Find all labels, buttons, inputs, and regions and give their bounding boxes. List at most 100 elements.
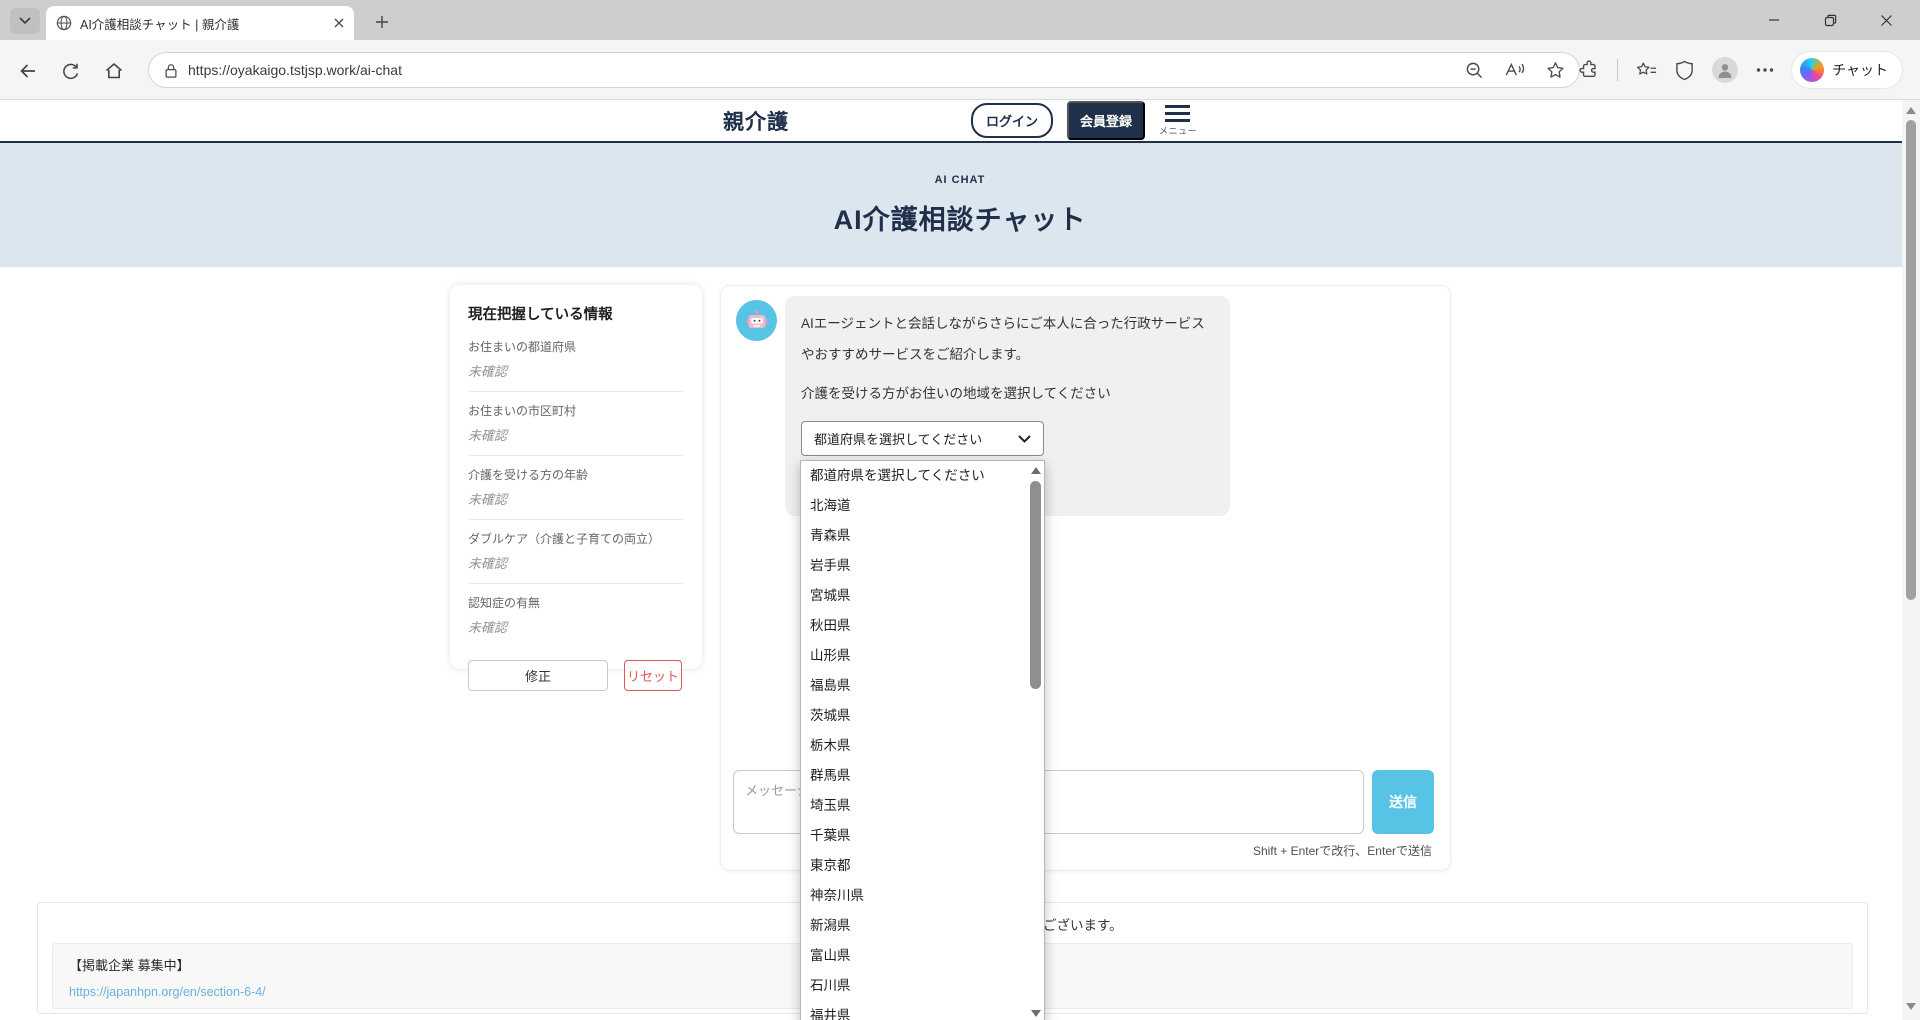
scroll-down-icon[interactable] [1031, 1010, 1041, 1017]
info-item-label: 介護を受ける方の年齢 [468, 466, 684, 483]
address-bar[interactable]: https://oyakaigo.tstjsp.work/ai-chat [148, 52, 1580, 88]
send-hint: Shift + Enterで改行、Enterで送信 [1253, 842, 1432, 859]
scroll-up-icon[interactable] [1906, 107, 1916, 114]
copilot-button[interactable]: チャット [1792, 52, 1902, 88]
menu-label: メニュー [1159, 124, 1197, 137]
tab-close-icon[interactable] [334, 18, 344, 28]
zoom-out-icon[interactable] [1465, 61, 1484, 80]
tab-search-button[interactable] [10, 8, 40, 34]
info-item: 認知症の有無 未確認 [468, 584, 684, 647]
dropdown-option[interactable]: 栃木県 [801, 731, 1027, 761]
edit-button[interactable]: 修正 [468, 660, 608, 691]
known-info-panel: 現在把握している情報 お住まいの都道府県 未確認 お住まいの市区町村 未確認 介… [450, 285, 702, 669]
bot-message-text-2: 介護を受ける方がお住いの地域を選択してください [801, 378, 1214, 409]
read-aloud-icon[interactable] [1504, 61, 1526, 79]
info-item-label: 認知症の有無 [468, 594, 684, 611]
bot-avatar [736, 300, 777, 341]
close-icon [1880, 14, 1893, 27]
send-button[interactable]: 送信 [1372, 770, 1434, 834]
info-item: 介護を受ける方の年齢 未確認 [468, 456, 684, 520]
info-item-label: お住まいの都道府県 [468, 338, 684, 355]
chevron-down-icon [19, 17, 31, 25]
copilot-icon [1800, 58, 1824, 82]
dropdown-option[interactable]: 秋田県 [801, 611, 1027, 641]
browser-window: AI介護相談チャット | 親介護 [0, 0, 1920, 1020]
restore-button[interactable] [1802, 0, 1858, 40]
dropdown-option[interactable]: 神奈川県 [801, 881, 1027, 911]
shield-icon[interactable] [1675, 60, 1694, 81]
extensions-icon[interactable] [1579, 60, 1599, 80]
info-item-value: 未確認 [468, 425, 684, 444]
home-icon [104, 61, 124, 81]
info-item-value: 未確認 [468, 617, 684, 636]
dropdown-option[interactable]: 茨城県 [801, 701, 1027, 731]
info-item-value: 未確認 [468, 361, 684, 380]
bot-message-text-1: AIエージェントと会話しながらさらにご本人に合った行政サービスやおすすめサービス… [801, 308, 1214, 370]
prefecture-select[interactable]: 都道府県を選択してください [801, 421, 1044, 456]
close-window-button[interactable] [1858, 0, 1914, 40]
dropdown-option[interactable]: 東京都 [801, 851, 1027, 881]
copilot-label: チャット [1832, 60, 1888, 80]
info-item: お住まいの都道府県 未確認 [468, 328, 684, 392]
profile-avatar[interactable] [1712, 57, 1738, 83]
chat-panel: AIエージェントと会話しながらさらにご本人に合った行政サービスやおすすめサービス… [720, 285, 1451, 871]
info-panel-title: 現在把握している情報 [468, 303, 684, 324]
dropdown-option[interactable]: 青森県 [801, 521, 1027, 551]
browser-toolbar: https://oyakaigo.tstjsp.work/ai-chat [0, 40, 1920, 100]
browser-tab[interactable]: AI介護相談チャット | 親介護 [46, 6, 354, 40]
info-actions: 修正 リセット [468, 660, 684, 691]
dropdown-option[interactable]: 福島県 [801, 671, 1027, 701]
minimize-button[interactable] [1746, 0, 1802, 40]
dropdown-option[interactable]: 岩手県 [801, 551, 1027, 581]
hamburger-icon [1165, 105, 1190, 122]
footer-notice: ございます。 [1043, 914, 1123, 934]
dropdown-option[interactable]: 群馬県 [801, 761, 1027, 791]
scrollbar-thumb[interactable] [1030, 481, 1041, 689]
scroll-down-icon[interactable] [1906, 1003, 1916, 1010]
dropdown-option[interactable]: 山形県 [801, 641, 1027, 671]
favorites-bar-icon[interactable] [1636, 61, 1657, 80]
home-button[interactable] [100, 57, 128, 85]
url-text: https://oyakaigo.tstjsp.work/ai-chat [188, 62, 1465, 78]
back-button[interactable] [14, 57, 42, 85]
info-item-label: お住まいの市区町村 [468, 402, 684, 419]
info-item-value: 未確認 [468, 553, 684, 572]
signup-button[interactable]: 会員登録 [1067, 101, 1145, 140]
dropdown-option[interactable]: 宮城県 [801, 581, 1027, 611]
lock-icon [163, 62, 179, 79]
scrollbar-thumb[interactable] [1906, 120, 1916, 600]
person-icon [1716, 61, 1734, 79]
dropdown-option[interactable]: 千葉県 [801, 821, 1027, 851]
address-bar-icons [1465, 61, 1565, 80]
dropdown-option[interactable]: 新潟県 [801, 911, 1027, 941]
page-title: AI介護相談チャット [834, 198, 1087, 237]
recruit-link[interactable]: https://japanhpn.org/en/section-6-4/ [69, 985, 266, 999]
minimize-icon [1768, 14, 1780, 26]
login-button[interactable]: ログイン [971, 103, 1053, 138]
dropdown-option[interactable]: 北海道 [801, 491, 1027, 521]
menu-button[interactable]: メニュー [1159, 105, 1197, 137]
scroll-up-icon[interactable] [1031, 467, 1041, 474]
dropdown-option[interactable]: 福井県 [801, 1001, 1027, 1020]
dropdown-option[interactable]: 埼玉県 [801, 791, 1027, 821]
new-tab-button[interactable] [368, 10, 396, 34]
globe-icon [56, 15, 72, 31]
more-options-icon[interactable] [1756, 67, 1774, 73]
dropdown-option[interactable]: 都道府県を選択してください [801, 461, 1027, 491]
site-logo[interactable]: 親介護 [723, 106, 789, 136]
page-scrollbar[interactable] [1902, 100, 1920, 1020]
info-item: お住まいの市区町村 未確認 [468, 392, 684, 456]
dropdown-option[interactable]: 富山県 [801, 941, 1027, 971]
chevron-down-icon [1018, 435, 1031, 443]
dropdown-option[interactable]: 石川県 [801, 971, 1027, 1001]
dropdown-scrollbar[interactable] [1027, 461, 1044, 1020]
page-content: 親介護 ログイン 会員登録 メニュー AI CHAT AI介護相談チャット 現在… [0, 100, 1920, 1020]
favorite-star-icon[interactable] [1546, 61, 1565, 80]
prefecture-dropdown: 都道府県を選択してください 北海道 青森県 岩手県 宮城県 秋田県 [800, 460, 1045, 1020]
hero-section: AI CHAT AI介護相談チャット [0, 143, 1920, 267]
refresh-button[interactable] [56, 57, 84, 85]
back-icon [18, 61, 38, 81]
prefecture-select-value: 都道府県を選択してください [814, 429, 1018, 448]
bot-message-bubble: AIエージェントと会話しながらさらにご本人に合った行政サービスやおすすめサービス… [785, 296, 1230, 516]
reset-button[interactable]: リセット [624, 660, 682, 691]
